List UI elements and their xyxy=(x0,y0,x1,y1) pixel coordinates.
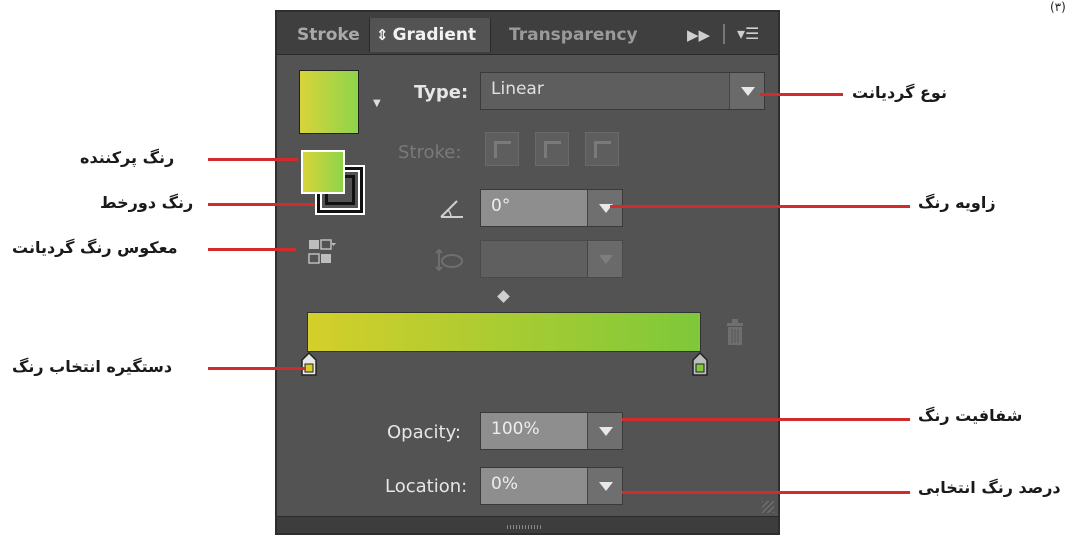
panel-tab-bar: Stroke ⇕ Gradient Transparency ▶▶ ▾☰ xyxy=(277,12,778,55)
chevron-down-icon[interactable] xyxy=(587,468,622,504)
expand-panels-icon[interactable]: ▶▶ xyxy=(687,26,710,44)
callout-color-opacity: شفافیت رنگ xyxy=(918,406,1023,425)
resize-grip-icon[interactable] xyxy=(762,501,774,513)
callout-line-fill xyxy=(208,158,298,161)
callout-line-type xyxy=(760,93,843,96)
stroke-apply-along-button xyxy=(535,132,569,166)
callout-selected-color-percent: درصد رنگ انتخابی xyxy=(918,478,1061,497)
angle-icon xyxy=(440,200,463,218)
callout-line-reverse xyxy=(208,248,296,251)
angle-dropdown[interactable]: 0° xyxy=(480,189,623,227)
gradient-stop-left[interactable] xyxy=(301,352,317,376)
panel-bottom-bar xyxy=(277,516,778,533)
location-value[interactable]: 0% xyxy=(491,474,518,494)
callout-color-angle: زاویه رنگ xyxy=(918,193,996,212)
gradient-swatch[interactable] xyxy=(299,70,359,134)
tab-gradient-label: Gradient xyxy=(392,25,477,45)
tab-separator xyxy=(723,24,725,44)
aspect-ratio-icon xyxy=(435,248,463,272)
callout-line-stop xyxy=(208,367,306,370)
callout-line-angle xyxy=(610,205,910,208)
callout-stroke-color: رنگ دورخط xyxy=(100,193,194,212)
gradient-stop-right[interactable] xyxy=(692,352,708,376)
chevron-down-icon[interactable] xyxy=(587,190,622,226)
type-value: Linear xyxy=(491,79,544,99)
trash-icon[interactable] xyxy=(724,317,746,347)
type-label: Type: xyxy=(414,82,469,103)
updown-arrows-icon: ⇕ xyxy=(376,26,389,44)
stroke-apply-within-button xyxy=(485,132,519,166)
chevron-down-icon xyxy=(587,241,622,277)
panel-menu-icon[interactable]: ▾☰ xyxy=(737,24,759,43)
callout-line-opacity xyxy=(622,418,910,421)
opacity-value[interactable]: 100% xyxy=(491,419,540,439)
callout-line-location xyxy=(622,491,910,494)
callout-gradient-type: نوع گردیانت xyxy=(852,83,947,102)
opacity-label: Opacity: xyxy=(387,422,461,443)
figure-number: (۳) xyxy=(1050,0,1066,14)
grip-icon[interactable] xyxy=(507,525,541,529)
chevron-down-icon[interactable] xyxy=(587,413,622,449)
stroke-apply-across-button xyxy=(585,132,619,166)
type-dropdown[interactable]: Linear xyxy=(480,72,765,110)
reverse-gradient-icon[interactable] xyxy=(307,238,337,266)
gradient-midpoint-handle[interactable] xyxy=(497,290,510,303)
callout-fill-color: رنگ پرکننده xyxy=(80,148,175,167)
callout-reverse-gradient: معکوس رنگ گردیانت xyxy=(12,238,178,257)
callout-line-stroke xyxy=(208,203,322,206)
swatch-dropdown-icon[interactable]: ▼ xyxy=(373,98,381,109)
angle-value[interactable]: 0° xyxy=(491,196,510,216)
chevron-down-icon[interactable] xyxy=(729,73,764,109)
tab-stroke[interactable]: Stroke xyxy=(297,20,360,50)
opacity-dropdown[interactable]: 100% xyxy=(480,412,623,450)
gradient-slider[interactable] xyxy=(307,312,701,352)
gradient-panel: Stroke ⇕ Gradient Transparency ▶▶ ▾☰ ▼ Ty… xyxy=(275,10,780,535)
tab-gradient[interactable]: ⇕ Gradient xyxy=(369,18,491,52)
aspect-ratio-dropdown xyxy=(480,240,623,278)
location-dropdown[interactable]: 0% xyxy=(480,467,623,505)
tab-transparency[interactable]: Transparency xyxy=(509,20,639,50)
callout-color-stop: دستگیره انتخاب رنگ xyxy=(12,357,173,376)
fill-color-box[interactable] xyxy=(301,150,345,194)
location-label: Location: xyxy=(385,476,468,497)
stroke-label: Stroke: xyxy=(398,142,462,163)
